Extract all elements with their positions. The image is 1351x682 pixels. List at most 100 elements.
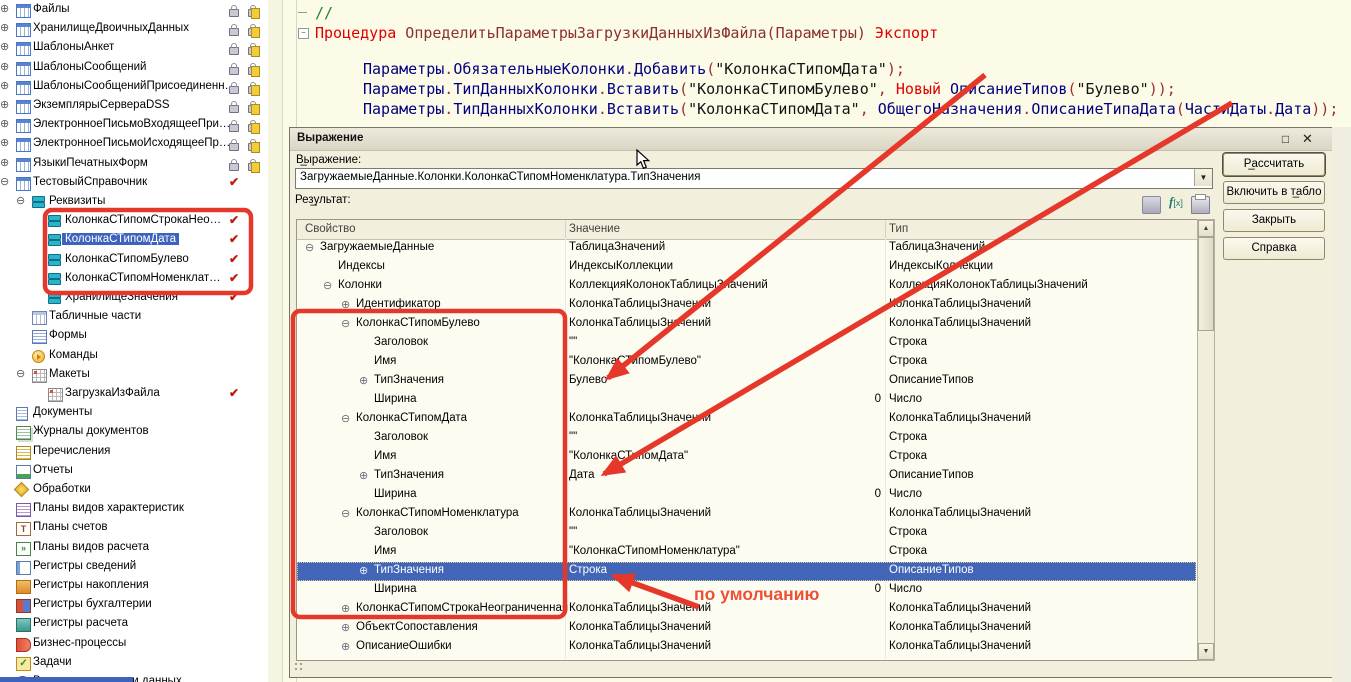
result-table-row[interactable]: ⊖КолонкаСТипомДатаКолонкаТаблицыЗначений… [297, 410, 1196, 429]
collapse-icon[interactable]: ⊖ [341, 413, 350, 426]
expand-icon[interactable]: ⊕ [0, 158, 11, 169]
result-table-row[interactable]: Имя"КолонкаСТипомБулево"Строка [297, 353, 1196, 372]
tree-item[interactable]: ⊕ЭкземплярыСервераDSS [0, 97, 268, 116]
result-table-row[interactable]: Ширина0Число [297, 486, 1196, 505]
tree-item[interactable]: ⊕Файлы [0, 1, 268, 20]
resize-grip[interactable] [294, 662, 304, 672]
expand-icon[interactable]: ⊕ [341, 299, 350, 312]
dialog-titlebar[interactable]: Выражение □ ✕ [290, 128, 1332, 151]
expand-icon[interactable]: ⊕ [341, 622, 350, 635]
tree-item[interactable]: ⊖Реквизиты [0, 193, 268, 212]
tree-item[interactable]: ⊕ЭлектронноеПисьмоВходящееПри… [0, 116, 268, 135]
scrollbar-thumb[interactable] [1198, 237, 1214, 331]
collapse-icon[interactable]: ⊖ [0, 177, 11, 188]
expand-icon[interactable]: ⊕ [359, 565, 368, 578]
column-header-type[interactable]: Тип [889, 223, 908, 235]
metadata-tree-panel[interactable]: ⊕Файлы⊕ХранилищеДвоичныхДанных⊕ШаблоныАн… [0, 0, 269, 682]
result-table-row[interactable]: ⊖КолонкаСТипомБулевоКолонкаТаблицыЗначен… [297, 315, 1196, 334]
result-table-row[interactable]: ⊕ОбъектСопоставленияКолонкаТаблицыЗначен… [297, 619, 1196, 638]
tree-item[interactable]: ⊕ЯзыкиПечатныхФорм [0, 155, 268, 174]
tree-item[interactable]: ⊕ШаблоныСообщенийПрисоединенн… [0, 78, 268, 97]
tree-item[interactable]: Бизнес-процессы [0, 635, 268, 654]
collapse-icon[interactable]: ⊖ [341, 318, 350, 331]
tree-item[interactable]: Регистры сведений [0, 558, 268, 577]
tree-item[interactable]: ⊕ШаблоныАнкет [0, 39, 268, 58]
tree-item[interactable]: Журналы документов [0, 423, 268, 442]
result-table-row[interactable]: ⊕ТипЗначенияСтрокаОписаниеТипов [297, 562, 1196, 581]
expand-icon[interactable]: ⊕ [0, 81, 11, 92]
expand-icon[interactable]: ⊕ [0, 4, 11, 15]
expand-icon[interactable]: ⊕ [0, 100, 11, 111]
result-table-header[interactable]: Свойство Значение Тип [297, 220, 1198, 240]
chevron-down-icon[interactable]: ▼ [1194, 169, 1212, 186]
tree-item[interactable]: »Планы видов расчета [0, 539, 268, 558]
print-icon[interactable] [1191, 196, 1210, 214]
scroll-down-icon[interactable]: ▼ [1198, 643, 1214, 660]
result-table-row[interactable]: ⊖КолонкаСТипомНоменклатураКолонкаТаблицы… [297, 505, 1196, 524]
tree-item[interactable]: КолонкаСТипомДата✔ [0, 231, 268, 250]
result-table-row[interactable]: ⊕ИдентификаторКолонкаТаблицыЗначенийКоло… [297, 296, 1196, 315]
expand-icon[interactable]: ⊕ [341, 641, 350, 654]
tree-item[interactable]: Обработки [0, 481, 268, 500]
result-table-row[interactable]: Заголовок""Строка [297, 524, 1196, 543]
expand-icon[interactable]: ⊕ [0, 119, 11, 130]
tree-item[interactable]: ⊖Макеты [0, 366, 268, 385]
code-line[interactable]: Параметры.ТипДанныхКолонки.Вставить("Кол… [268, 99, 1351, 119]
tree-item[interactable]: КолонкаСТипомБулево✔ [0, 251, 268, 270]
scroll-up-icon[interactable]: ▲ [1198, 220, 1214, 237]
tree-item[interactable]: ХранилищеЗначения✔ [0, 289, 268, 308]
help-button[interactable]: Справка [1223, 237, 1325, 260]
result-table-row[interactable]: ⊖КолонкиКоллекцияКолонокТаблицыЗначенийК… [297, 277, 1196, 296]
function-fx-icon[interactable]: f[x] [1169, 194, 1186, 210]
expand-icon[interactable]: ⊕ [359, 375, 368, 388]
tree-item[interactable]: КолонкаСТипомСтрокаНео…✔ [0, 212, 268, 231]
tree-item[interactable]: ЗагрузкаИзФайла✔ [0, 385, 268, 404]
fold-icon[interactable]: − [298, 28, 309, 39]
result-table-row[interactable]: ⊕ОписаниеОшибкиКолонкаТаблицыЗначенийКол… [297, 638, 1196, 657]
tree-item[interactable]: Регистры бухгалтерии [0, 596, 268, 615]
tree-item[interactable]: Регистры расчета [0, 615, 268, 634]
collapse-icon[interactable]: ⊖ [341, 508, 350, 521]
result-table-row[interactable]: Ширина0Число [297, 581, 1196, 600]
code-line[interactable]: Параметры.ОбязательныеКолонки.Добавить("… [268, 59, 1351, 79]
calculate-button[interactable]: Р̲ассчитать [1223, 153, 1325, 176]
expression-input[interactable]: ЗагружаемыеДанные.Колонки.КолонкаСТипомН… [300, 171, 700, 183]
expand-icon[interactable]: ⊕ [0, 62, 11, 73]
column-header-property[interactable]: Свойство [305, 223, 356, 235]
tree-item[interactable]: TПланы счетов [0, 519, 268, 538]
result-table-row[interactable]: ⊖ЗагружаемыеДанныеТаблицаЗначенийТаблица… [297, 239, 1196, 258]
include-in-board-button[interactable]: Включить в т̲абло [1223, 181, 1325, 204]
result-table-row[interactable]: ⊕КолонкаСТипомСтрокаНеограниченнаяКолонк… [297, 600, 1196, 619]
vertical-scrollbar[interactable]: ▲ ▼ [1197, 219, 1215, 661]
collapse-icon[interactable]: ⊖ [305, 242, 314, 255]
expand-icon[interactable]: ⊕ [341, 603, 350, 616]
tree-item[interactable]: Табличные части [0, 308, 268, 327]
close-button[interactable]: Закрыть [1223, 209, 1325, 232]
result-table-row[interactable]: Заголовок""Строка [297, 334, 1196, 353]
expression-combobox[interactable]: ЗагружаемыеДанные.Колонки.КолонкаСТипомН… [295, 168, 1213, 189]
tree-item[interactable]: КолонкаСТипомНоменклат…✔ [0, 270, 268, 289]
collapse-icon[interactable]: ⊖ [323, 280, 332, 293]
save-value-icon[interactable] [1142, 196, 1161, 214]
tree-item[interactable]: Отчеты [0, 462, 268, 481]
tree-item[interactable]: ⊕ХранилищеДвоичныхДанных [0, 20, 268, 39]
code-line[interactable]: Процедура ОпределитьПараметрыЗагрузкиДан… [268, 23, 1351, 43]
tree-item[interactable]: Команды [0, 347, 268, 366]
tree-item[interactable]: ⊕ЭлектронноеПисьмоИсходящееПр… [0, 135, 268, 154]
result-table[interactable]: Свойство Значение Тип ⊖ЗагружаемыеДанныеТа… [296, 219, 1199, 661]
code-line[interactable]: // [268, 3, 1351, 23]
result-table-row[interactable]: Ширина0Число [297, 391, 1196, 410]
tree-item[interactable]: ⊕ШаблоныСообщений [0, 59, 268, 78]
tree-item[interactable]: Перечисления [0, 443, 268, 462]
expand-icon[interactable]: ⊕ [0, 138, 11, 149]
tree-item[interactable]: Регистры накопления [0, 577, 268, 596]
result-table-row[interactable]: Имя"КолонкаСТипомДата"Строка [297, 448, 1196, 467]
tree-item[interactable]: ✓Задачи [0, 654, 268, 673]
collapse-icon[interactable]: ⊖ [16, 369, 27, 380]
expand-icon[interactable]: ⊕ [0, 42, 11, 53]
column-header-value[interactable]: Значение [569, 223, 620, 235]
result-table-row[interactable]: ИндексыИндексыКоллекцииИндексыКоллекции [297, 258, 1196, 277]
result-table-row[interactable]: Заголовок""Строка [297, 429, 1196, 448]
expand-icon[interactable]: ⊕ [0, 23, 11, 34]
maximize-icon[interactable]: □ [1277, 131, 1294, 147]
